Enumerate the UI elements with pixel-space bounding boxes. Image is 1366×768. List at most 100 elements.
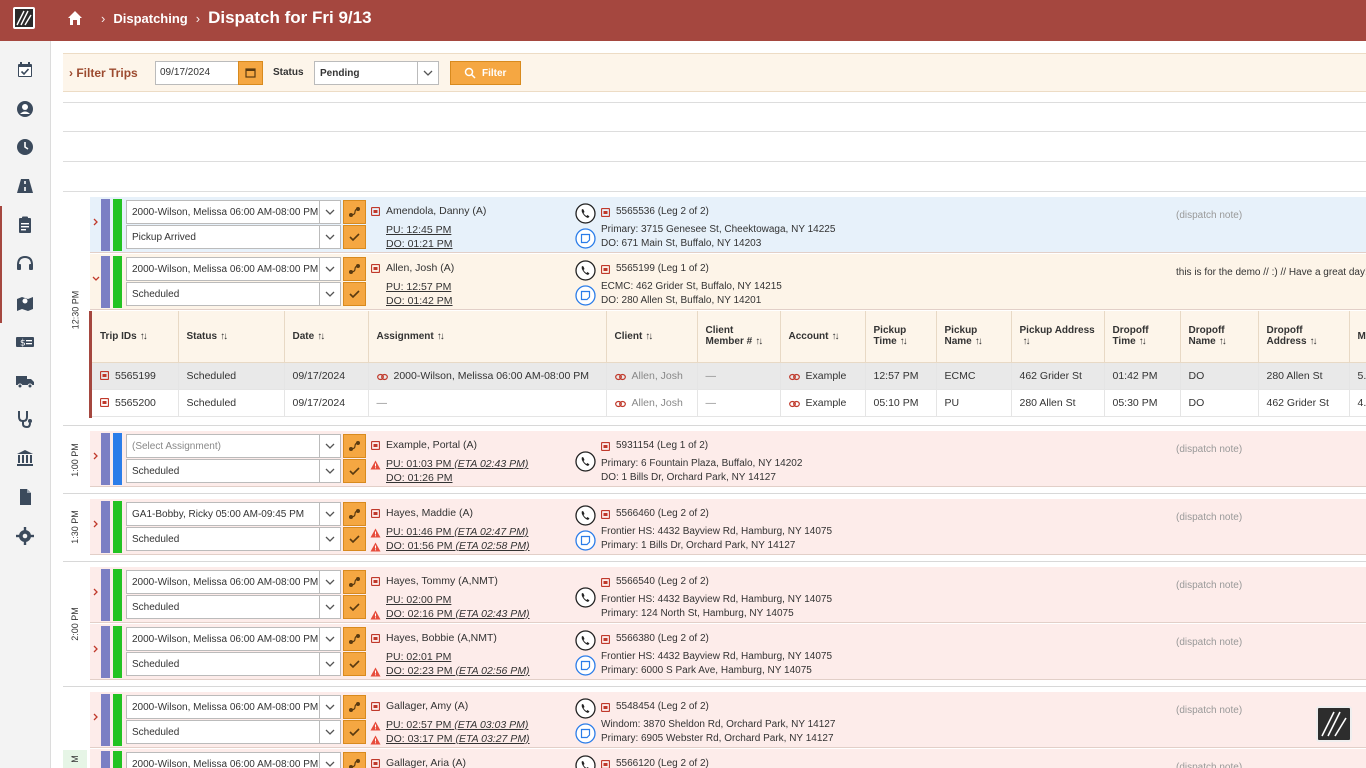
assignment-select[interactable]: 2000-Wilson, Melissa 06:00 AM-08:00 PM (126, 257, 332, 281)
phone-icon[interactable] (575, 587, 596, 608)
confirm-status-button[interactable] (343, 225, 366, 249)
pickup-time-link[interactable]: PU: 02:01 PM (386, 651, 451, 663)
table-header[interactable]: Dropoff Name ↑↓ (1180, 311, 1259, 363)
dropoff-time-link[interactable]: DO: 01:42 PM (386, 295, 453, 307)
confirm-status-button[interactable] (343, 282, 366, 306)
date-input[interactable]: 09/17/2024 (155, 61, 239, 85)
sort-icon[interactable]: ↑↓ (1219, 336, 1227, 347)
dropoff-time-link[interactable]: DO: 03:17 PM (ETA 03:27 PM) (386, 733, 530, 745)
table-cell[interactable]: 2000-Wilson, Melissa 06:00 AM-08:00 PM (368, 362, 607, 390)
table-header[interactable]: Date ↑↓ (284, 311, 369, 363)
trip-id[interactable]: 5566380 (Leg 2 of 2) (616, 633, 709, 644)
passenger-name[interactable]: Allen, Josh (A) (386, 262, 454, 274)
trip-id[interactable]: 5566460 (Leg 2 of 2) (616, 508, 709, 519)
phone-icon[interactable] (575, 260, 596, 281)
clock-icon[interactable] (15, 137, 35, 157)
trip-status-select[interactable]: Scheduled (126, 282, 332, 306)
trip-row[interactable]: 2000-Wilson, Melissa 06:00 AM-08:00 PM Pi… (90, 197, 1366, 253)
status-dropdown-toggle[interactable] (319, 720, 341, 744)
calendar-button[interactable] (238, 61, 263, 85)
pickup-time-link[interactable]: PU: 12:57 PM (386, 281, 451, 293)
table-header[interactable]: Dropoff Address ↑↓ (1258, 311, 1350, 363)
table-row[interactable]: 5565200 Scheduled 09/17/2024 — Allen, Josh — E… (92, 389, 1366, 417)
table-header[interactable]: Mil (1349, 311, 1366, 363)
status-select[interactable]: Pending (314, 61, 418, 85)
filter-button[interactable]: Filter (450, 61, 521, 85)
assignment-select[interactable]: 2000-Wilson, Melissa 06:00 AM-08:00 PM (126, 570, 332, 594)
passenger-name[interactable]: Hayes, Tommy (A,NMT) (386, 575, 498, 587)
filter-toggle[interactable]: › Filter Trips (69, 66, 138, 80)
sort-icon[interactable]: ↑↓ (437, 331, 445, 342)
status-dropdown-toggle[interactable] (417, 61, 439, 85)
sort-icon[interactable]: ↑↓ (755, 336, 763, 347)
sort-icon[interactable]: ↑↓ (1139, 336, 1147, 347)
dispatch-note[interactable]: (dispatch note) (1176, 762, 1242, 768)
pickup-time-link[interactable]: PU: 02:00 PM (386, 594, 451, 606)
expand-chevron-icon[interactable] (91, 216, 101, 228)
passenger-name[interactable]: Hayes, Maddie (A) (386, 507, 473, 519)
table-header[interactable]: Client ↑↓ (606, 311, 698, 363)
headset-icon[interactable] (15, 254, 35, 274)
trip-status-select[interactable]: Scheduled (126, 527, 332, 551)
sort-icon[interactable]: ↑↓ (900, 336, 908, 347)
sort-icon[interactable]: ↑↓ (1023, 336, 1031, 347)
table-cell[interactable]: 5565199 (92, 362, 179, 390)
sort-icon[interactable]: ↑↓ (140, 331, 148, 342)
clipboard-icon[interactable] (15, 215, 35, 235)
passenger-name[interactable]: Example, Portal (A) (386, 439, 477, 451)
breadcrumb-dispatching[interactable]: Dispatching (113, 11, 187, 26)
collapse-chevron-icon[interactable] (91, 273, 101, 285)
trip-row[interactable]: 2000-Wilson, Melissa 06:00 AM-08:00 PMSc… (90, 692, 1366, 748)
route-button[interactable] (343, 752, 366, 768)
table-header[interactable]: Trip IDs ↑↓ (92, 311, 179, 363)
bank-icon[interactable] (15, 448, 35, 468)
assignment-select[interactable]: 2000-Wilson, Melissa 06:00 AM-08:00 PM (126, 627, 332, 651)
map-icon[interactable] (15, 293, 35, 313)
trip-row[interactable]: 2000-Wilson, Melissa 06:00 AM-08:00 PMSc… (90, 749, 1366, 768)
table-cell[interactable]: — (368, 389, 607, 417)
assignment-select[interactable]: (Select Assignment) (126, 434, 332, 458)
assignment-dropdown-toggle[interactable] (319, 570, 341, 594)
status-dropdown-toggle[interactable] (319, 652, 341, 676)
trip-id[interactable]: 5565536 (Leg 2 of 2) (616, 206, 709, 217)
trip-row[interactable]: 2000-Wilson, Melissa 06:00 AM-08:00 PMSc… (90, 254, 1366, 310)
table-cell[interactable]: 5565200 (92, 389, 179, 417)
assignment-dropdown-toggle[interactable] (319, 695, 341, 719)
gear-icon[interactable] (15, 526, 35, 546)
passenger-name[interactable]: Hayes, Bobbie (A,NMT) (386, 632, 497, 644)
dispatch-note[interactable]: (dispatch note) (1176, 580, 1242, 591)
dropoff-time-link[interactable]: DO: 01:21 PM (386, 238, 453, 250)
phone-icon[interactable] (575, 630, 596, 651)
table-header[interactable]: Assignment ↑↓ (368, 311, 607, 363)
route-button[interactable] (343, 200, 366, 224)
passenger-name[interactable]: Amendola, Danny (A) (386, 205, 486, 217)
assignment-dropdown-toggle[interactable] (319, 627, 341, 651)
sort-icon[interactable]: ↑↓ (1310, 336, 1318, 347)
dispatch-note[interactable]: (dispatch note) (1176, 637, 1242, 648)
trip-status-select[interactable]: Scheduled (126, 652, 332, 676)
route-button[interactable] (343, 695, 366, 719)
table-header[interactable]: Dropoff Time ↑↓ (1104, 311, 1181, 363)
expand-chevron-icon[interactable] (91, 586, 101, 598)
status-dropdown-toggle[interactable] (319, 459, 341, 483)
calendar-check-icon[interactable] (15, 60, 35, 80)
assignment-select[interactable]: 2000-Wilson, Melissa 06:00 AM-08:00 PM (126, 695, 332, 719)
passenger-name[interactable]: Gallager, Amy (A) (386, 700, 468, 712)
route-button[interactable] (343, 257, 366, 281)
dropoff-time-link[interactable]: DO: 02:16 PM (ETA 02:43 PM) (386, 608, 530, 620)
table-cell[interactable]: Example (780, 389, 866, 417)
dispatch-note[interactable]: (dispatch note) (1176, 444, 1242, 455)
table-row[interactable]: 5565199 Scheduled 09/17/2024 2000-Wilson, M… (92, 362, 1366, 390)
trip-row[interactable]: GA1-Bobby, Ricky 05:00 AM-09:45 PM Schedu… (90, 499, 1366, 555)
assignment-dropdown-toggle[interactable] (319, 502, 341, 526)
note-icon[interactable] (575, 228, 596, 249)
confirm-status-button[interactable] (343, 595, 366, 619)
pickup-time-link[interactable]: PU: 12:45 PM (386, 224, 451, 236)
assignment-dropdown-toggle[interactable] (319, 200, 341, 224)
pickup-time-link[interactable]: PU: 01:03 PM (ETA 02:43 PM) (386, 458, 528, 470)
confirm-status-button[interactable] (343, 459, 366, 483)
sort-icon[interactable]: ↑↓ (317, 331, 325, 342)
dispatch-note[interactable]: (dispatch note) (1176, 705, 1242, 716)
pickup-time-link[interactable]: PU: 01:46 PM (ETA 02:47 PM) (386, 526, 528, 538)
table-header[interactable]: Status ↑↓ (178, 311, 285, 363)
